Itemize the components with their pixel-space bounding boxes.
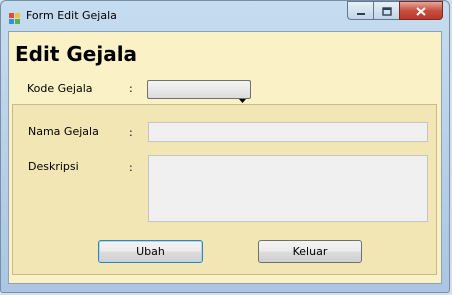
maximize-button[interactable] [373,1,399,20]
kode-gejala-label: Kode Gejala [27,82,93,95]
deskripsi-colon: : [129,161,133,174]
window-title: Form Edit Gejala [26,9,117,22]
close-icon [416,1,426,20]
deskripsi-textarea[interactable] [148,155,428,222]
deskripsi-label: Deskripsi [28,160,79,173]
keluar-button[interactable]: Keluar [258,240,362,263]
maximize-icon [381,1,392,20]
page-title: Edit Gejala [15,42,138,66]
kode-gejala-colon: : [129,82,133,95]
nama-gejala-colon: : [129,126,133,139]
form-app-icon [9,10,21,24]
form-window: Form Edit Gejala Edit Gejala Kode Gejala [0,0,450,293]
minimize-icon [356,1,366,20]
ubah-button[interactable]: Ubah [98,240,203,263]
close-button[interactable] [399,1,443,20]
nama-gejala-label: Nama Gejala [28,125,99,138]
kode-gejala-dropdown[interactable] [147,80,251,103]
form-client-area: Edit Gejala Kode Gejala : Nama Gejala : … [8,31,442,284]
nama-gejala-field[interactable] [148,122,428,142]
title-bar[interactable]: Form Edit Gejala [1,1,449,31]
minimize-button[interactable] [347,1,373,20]
caption-buttons [347,1,443,20]
detail-group-panel: Nama Gejala : Deskripsi : Ubah Keluar [12,104,437,275]
